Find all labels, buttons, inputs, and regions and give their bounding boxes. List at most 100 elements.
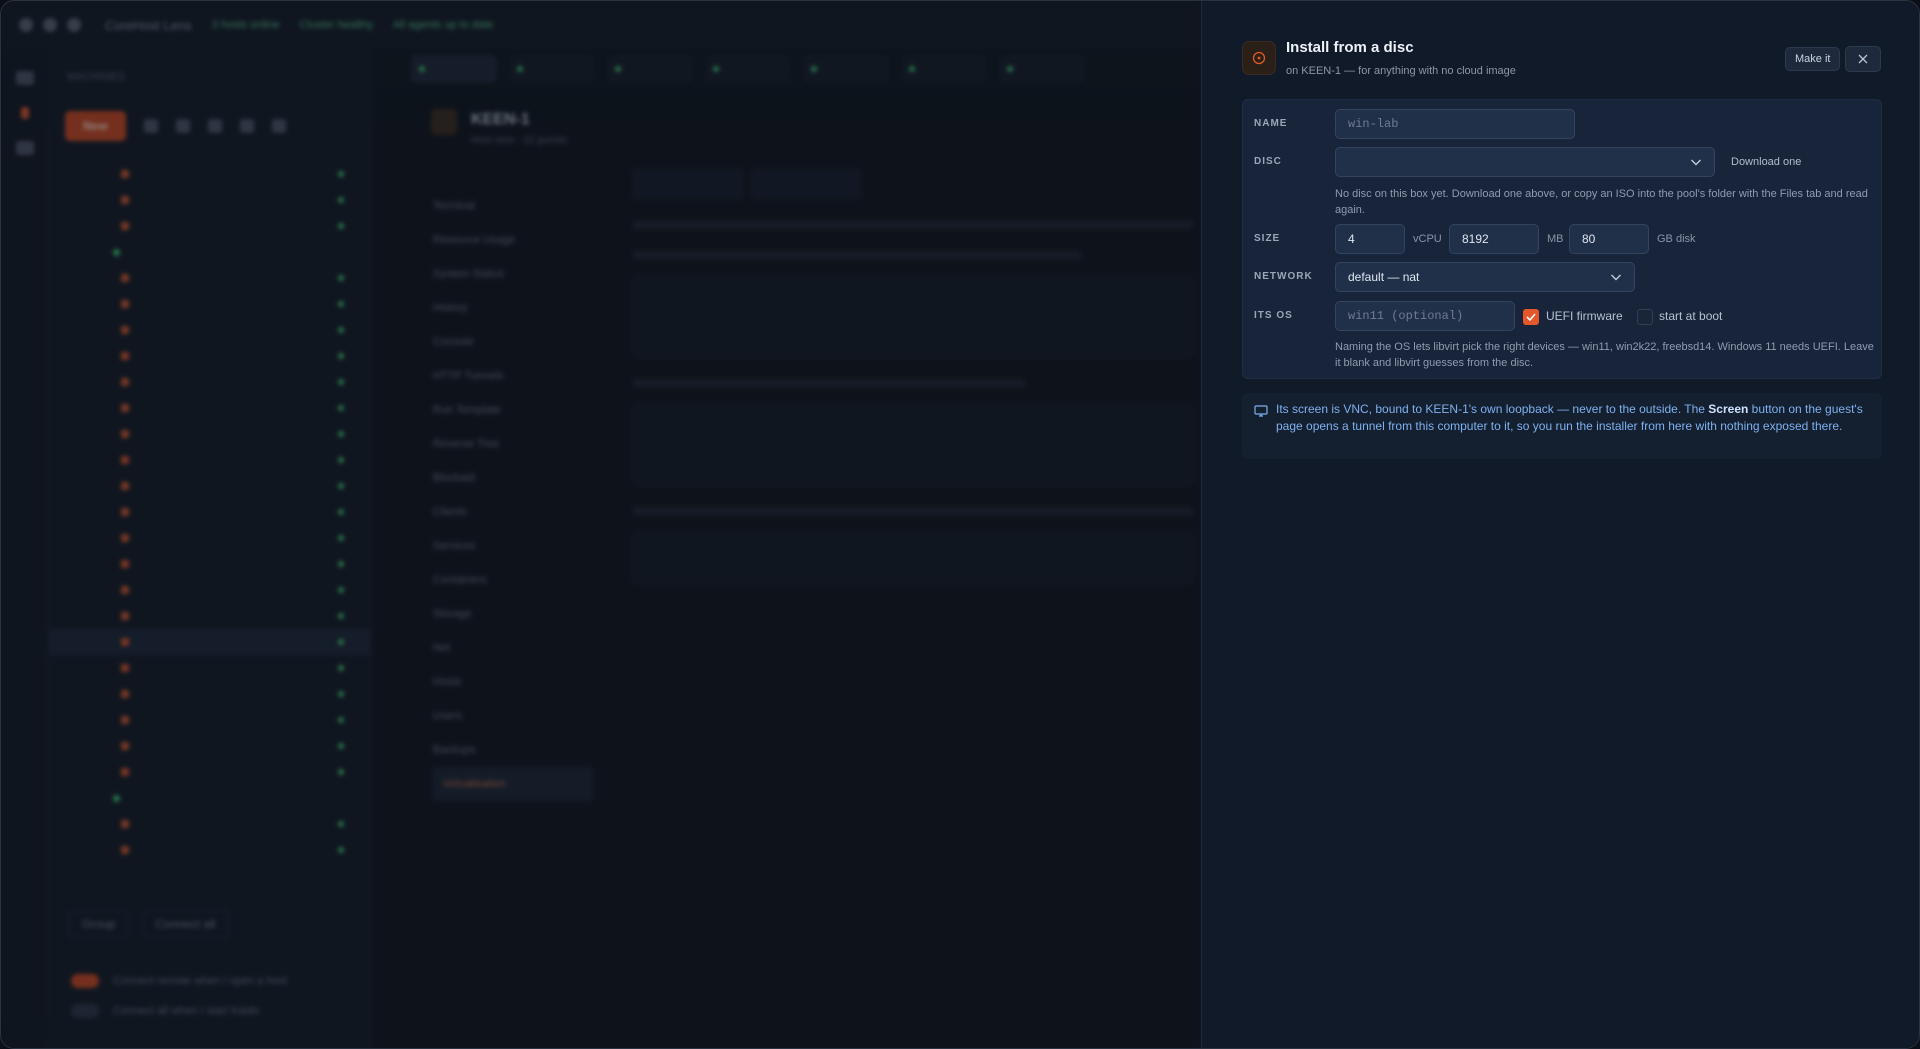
host-subtitle: Host view · 12 guests — [471, 135, 567, 146]
nav-item[interactable]: History — [433, 291, 593, 325]
monitor-icon[interactable] — [15, 141, 34, 155]
title-chip: Cluster healthy — [299, 19, 373, 31]
size-label: SIZE — [1254, 233, 1281, 244]
tree-row[interactable] — [49, 811, 370, 837]
group-button[interactable]: Group — [69, 910, 129, 938]
drawer-title: Install from a disc — [1286, 39, 1414, 56]
subtabs — [633, 169, 1193, 199]
name-input[interactable]: win-lab — [1335, 109, 1575, 139]
nav-item[interactable]: Reverse Tree — [433, 427, 593, 461]
vcpu-input[interactable]: 4 — [1335, 224, 1405, 254]
tree-row[interactable] — [49, 499, 370, 525]
tree-row[interactable] — [49, 551, 370, 577]
nav-item[interactable]: Hosts — [433, 665, 593, 699]
download-one-link[interactable]: Download one — [1731, 156, 1801, 168]
grid-icon[interactable] — [207, 119, 222, 133]
tree-row[interactable] — [49, 265, 370, 291]
menu-icon[interactable] — [15, 71, 34, 85]
toggle-switch[interactable] — [71, 1004, 99, 1018]
start-at-boot-checkbox[interactable] — [1637, 309, 1653, 325]
host-tab[interactable] — [411, 55, 497, 83]
nav-item[interactable]: Console — [433, 325, 593, 359]
new-button[interactable]: New — [65, 111, 126, 141]
tree-row[interactable] — [49, 577, 370, 603]
nav-item[interactable]: Containers — [433, 563, 593, 597]
nav-item[interactable]: Backups — [433, 733, 593, 767]
toggle-label: Connect all when I start Kaido — [113, 1005, 260, 1017]
nav-item[interactable]: HTTP Tunnels — [433, 359, 593, 393]
tree-row[interactable] — [49, 733, 370, 759]
tree-row-selected[interactable] — [49, 629, 370, 655]
pin-icon[interactable] — [20, 107, 29, 119]
tree-row[interactable] — [49, 395, 370, 421]
nav-item-active[interactable]: Virtualisation — [433, 767, 593, 801]
tree-row[interactable] — [49, 421, 370, 447]
tree-row[interactable] — [49, 837, 370, 863]
tree-row[interactable] — [49, 187, 370, 213]
nav-item[interactable]: Net — [433, 631, 593, 665]
tree-row[interactable] — [49, 447, 370, 473]
uefi-checkbox[interactable] — [1523, 309, 1539, 325]
host-tab[interactable] — [901, 55, 987, 83]
nav-item[interactable]: Users — [433, 699, 593, 733]
os-input[interactable]: win11 (optional) — [1335, 301, 1515, 331]
host-tab[interactable] — [705, 55, 791, 83]
stop-icon[interactable] — [143, 119, 158, 133]
host-tab[interactable] — [999, 55, 1085, 83]
tree-row[interactable] — [49, 473, 370, 499]
memory-unit: MB — [1547, 233, 1564, 245]
network-select[interactable]: default — nat — [1335, 262, 1635, 292]
nav-item[interactable]: Clients — [433, 495, 593, 529]
host-tab[interactable] — [607, 55, 693, 83]
filter-icon[interactable] — [239, 119, 254, 133]
nav-item[interactable]: Services — [433, 529, 593, 563]
app-window: CoreHost Lens 3 hosts online Cluster hea… — [0, 0, 1920, 1049]
tree-row[interactable] — [49, 759, 370, 785]
nav-item[interactable]: Resource Usage — [433, 223, 593, 257]
tree-row[interactable] — [49, 369, 370, 395]
connect-all-button[interactable]: Connect all — [142, 910, 229, 938]
tree-row[interactable] — [49, 603, 370, 629]
tree-row[interactable] — [49, 161, 370, 187]
vcpu-unit: vCPU — [1413, 233, 1442, 245]
nav-item[interactable]: Terminal — [433, 189, 593, 223]
tree-row[interactable] — [49, 525, 370, 551]
memory-input[interactable]: 8192 — [1449, 224, 1539, 254]
disc-select[interactable] — [1335, 147, 1715, 177]
install-form: NAME win-lab DISC Download one No disc o… — [1242, 99, 1882, 379]
subtab[interactable] — [751, 169, 861, 199]
refresh-icon[interactable] — [175, 119, 190, 133]
tree-row[interactable] — [49, 213, 370, 239]
upload-icon[interactable] — [271, 119, 286, 133]
minimize-window-dot[interactable] — [43, 18, 57, 32]
tree-group[interactable] — [49, 785, 370, 811]
host-tab[interactable] — [803, 55, 889, 83]
disc-label: DISC — [1254, 156, 1282, 167]
service-table — [633, 405, 1193, 485]
nav-item[interactable]: Run Template — [433, 393, 593, 427]
make-it-button[interactable]: Make it — [1785, 47, 1841, 71]
network-table — [633, 533, 1193, 583]
start-at-boot-label: start at boot — [1659, 309, 1723, 323]
zoom-window-dot[interactable] — [67, 18, 81, 32]
nav-item[interactable]: Blockaid — [433, 461, 593, 495]
tree-group[interactable] — [49, 239, 370, 265]
tree-row[interactable] — [49, 707, 370, 733]
nav-item[interactable]: Storage — [433, 597, 593, 631]
host-tab[interactable] — [509, 55, 595, 83]
disk-input[interactable]: 80 — [1569, 224, 1649, 254]
close-window-dot[interactable] — [19, 18, 33, 32]
nav-item[interactable]: System Status — [433, 257, 593, 291]
app-title: CoreHost Lens — [105, 17, 192, 33]
tree-row[interactable] — [49, 317, 370, 343]
toggle-switch[interactable] — [71, 974, 99, 988]
tree-row[interactable] — [49, 655, 370, 681]
tree-row[interactable] — [49, 681, 370, 707]
subtab[interactable] — [633, 169, 743, 199]
tree-row[interactable] — [49, 291, 370, 317]
icon-rail — [1, 49, 49, 1048]
tree-row[interactable] — [49, 343, 370, 369]
network-value: default — nat — [1348, 270, 1420, 284]
close-button[interactable] — [1845, 46, 1881, 72]
screen-emphasis: Screen — [1708, 402, 1749, 416]
